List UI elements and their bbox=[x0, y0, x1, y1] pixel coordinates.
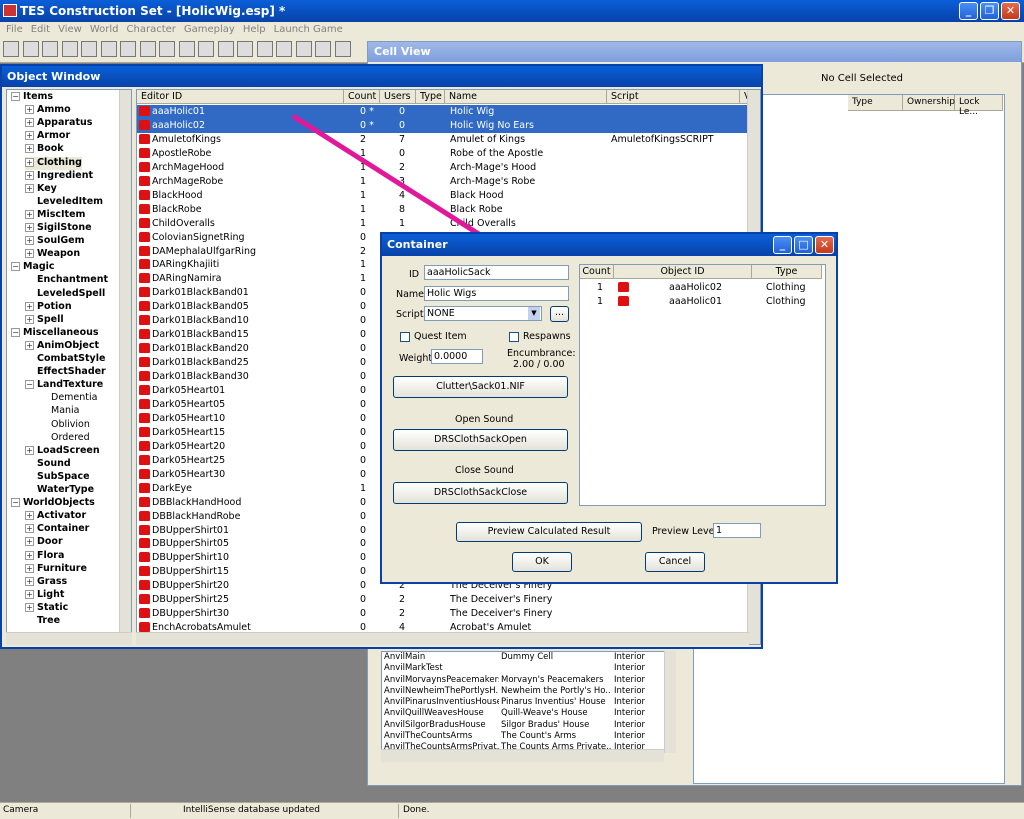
item-type: Clothing bbox=[766, 282, 806, 293]
status-left: Camera bbox=[3, 805, 39, 815]
item-type: Clothing bbox=[766, 296, 806, 307]
open-sound-button[interactable]: DRSClothSackOpen bbox=[393, 429, 568, 451]
close-sound-label: Close Sound bbox=[455, 465, 514, 476]
name-input[interactable]: Holic Wigs bbox=[424, 286, 569, 301]
container-dialog: Container _ □ ✕ ID aaaHolicSack Name Hol… bbox=[380, 232, 838, 584]
status-bar: Camera IntelliSense database updated Don… bbox=[0, 802, 1024, 819]
id-label: ID bbox=[409, 269, 420, 280]
item-object-id: aaaHolic01 bbox=[669, 296, 723, 307]
item-object-id: aaaHolic02 bbox=[669, 282, 723, 293]
chevron-down-icon[interactable]: ▼ bbox=[528, 307, 540, 320]
respawns-checkbox[interactable]: Respawns bbox=[509, 331, 571, 342]
container-item-row[interactable]: 1 aaaHolic01 Clothing bbox=[580, 295, 825, 309]
encumbrance-label: Encumbrance: bbox=[507, 348, 576, 359]
weight-input[interactable]: 0.0000 bbox=[431, 349, 483, 364]
preview-level-input[interactable]: 1 bbox=[713, 523, 761, 538]
respawns-label: Respawns bbox=[523, 331, 571, 342]
preview-level-label: Preview Level bbox=[652, 526, 718, 537]
ok-button[interactable]: OK bbox=[512, 552, 572, 572]
open-sound-label: Open Sound bbox=[455, 414, 514, 425]
dialog-maximize-button[interactable]: □ bbox=[794, 236, 813, 254]
container-items-list[interactable]: Count Object ID Type 1 aaaHolic02 Clothing… bbox=[579, 264, 826, 506]
quest-item-box[interactable] bbox=[400, 331, 410, 342]
quest-item-checkbox[interactable]: Quest Item bbox=[400, 331, 467, 342]
respawns-box[interactable] bbox=[509, 331, 519, 342]
column-count[interactable]: Count bbox=[580, 265, 614, 279]
script-label: Script bbox=[396, 309, 424, 320]
quest-item-label: Quest Item bbox=[414, 331, 467, 342]
item-count: 1 bbox=[597, 296, 604, 307]
weight-label: Weight bbox=[399, 353, 433, 364]
column-type[interactable]: Type bbox=[752, 265, 822, 279]
script-select-value: NONE bbox=[427, 308, 455, 319]
dialog-minimize-button[interactable]: _ bbox=[773, 236, 792, 254]
item-count: 1 bbox=[597, 282, 604, 293]
model-button[interactable]: Clutter\Sack01.NIF bbox=[393, 376, 568, 398]
dialog-close-button[interactable]: ✕ bbox=[815, 236, 834, 254]
id-input[interactable]: aaaHolicSack bbox=[424, 265, 569, 280]
cancel-button[interactable]: Cancel bbox=[645, 552, 705, 572]
container-dialog-title: Container bbox=[382, 234, 836, 256]
status-right: Done. bbox=[403, 805, 430, 815]
encumbrance-value: 2.00 / 0.00 bbox=[513, 359, 565, 370]
script-select[interactable]: NONE ▼ bbox=[424, 306, 542, 321]
container-item-row[interactable]: 1 aaaHolic02 Clothing bbox=[580, 281, 825, 295]
clothing-icon bbox=[618, 282, 629, 292]
close-sound-button[interactable]: DRSClothSackClose bbox=[393, 482, 568, 504]
preview-calculated-result-button[interactable]: Preview Calculated Result bbox=[456, 522, 642, 542]
clothing-icon bbox=[618, 296, 629, 306]
column-object-id[interactable]: Object ID bbox=[614, 265, 752, 279]
status-middle: IntelliSense database updated bbox=[183, 805, 320, 815]
name-label: Name bbox=[396, 289, 425, 300]
script-browse-button[interactable]: ... bbox=[550, 306, 569, 322]
